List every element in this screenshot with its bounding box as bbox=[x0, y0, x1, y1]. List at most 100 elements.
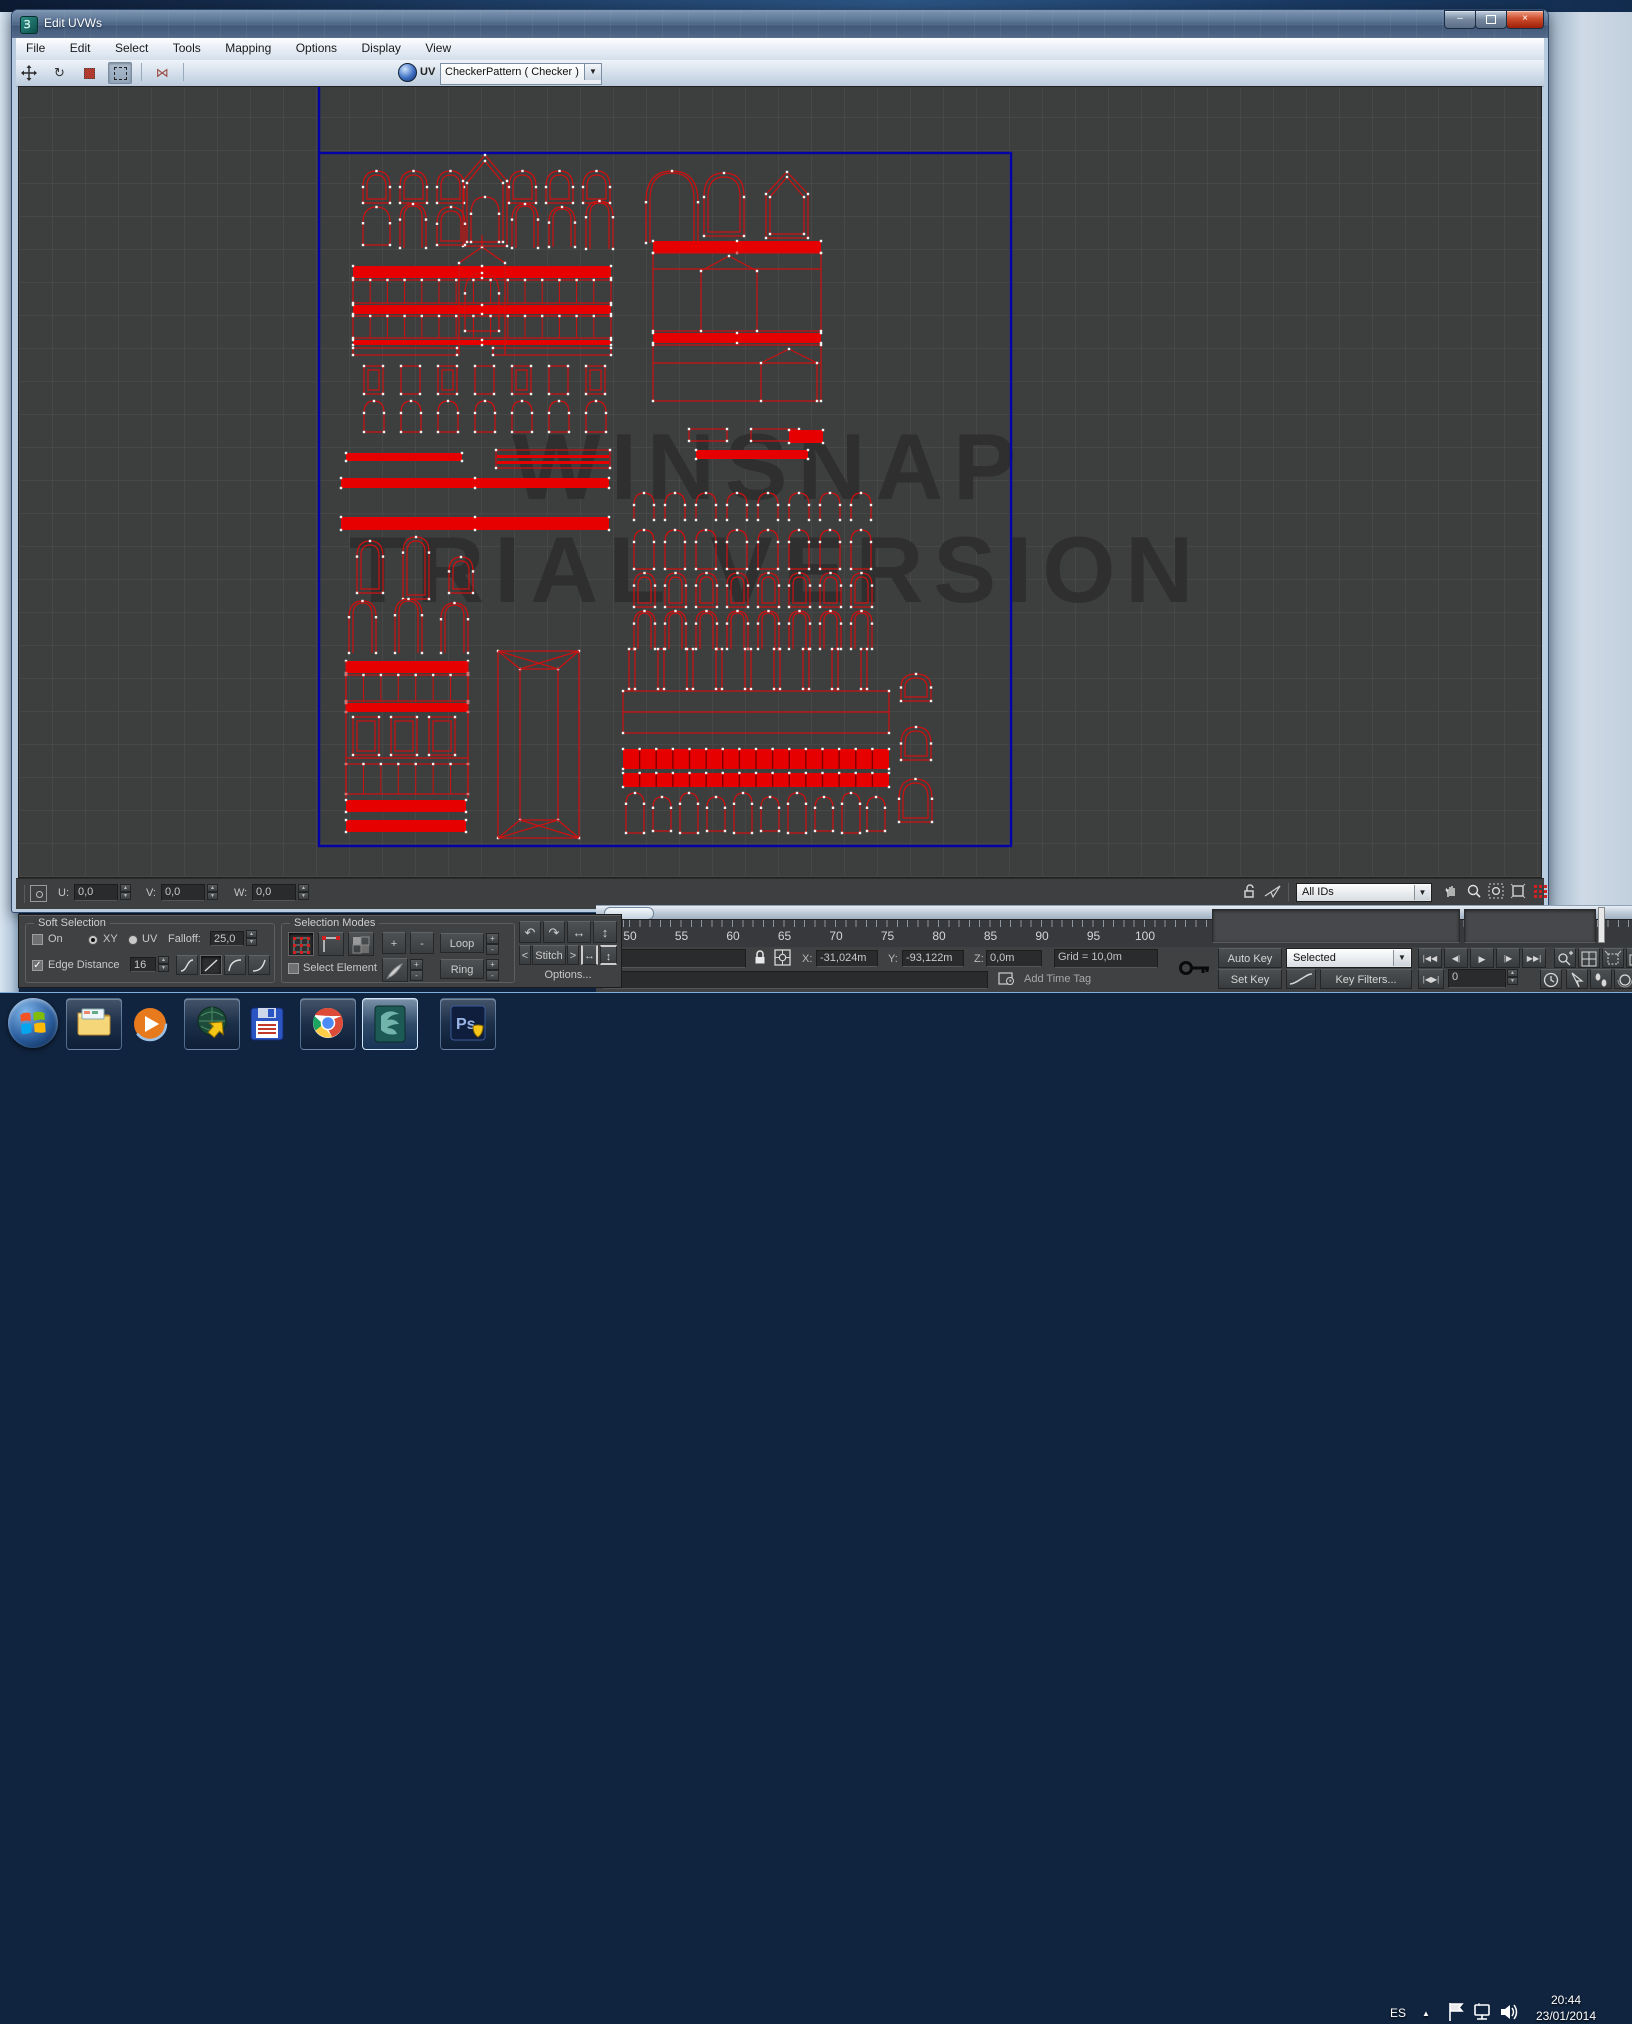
align-horizontal-button[interactable]: ↔ bbox=[581, 945, 598, 965]
go-to-start-button[interactable]: |◀◀ bbox=[1418, 948, 1442, 968]
title-bar[interactable]: Ɜ Edit UVWs – × bbox=[12, 10, 1548, 38]
start-button[interactable] bbox=[8, 998, 58, 1048]
transform-type-in-icon[interactable] bbox=[774, 949, 794, 969]
loop-button[interactable]: Loop bbox=[440, 933, 484, 953]
face-mode-button[interactable] bbox=[348, 932, 374, 956]
mirror-vertical-button[interactable]: ↕ bbox=[593, 921, 617, 943]
v-spinner[interactable]: ▲▼ bbox=[207, 884, 218, 901]
zoom-region-icon[interactable] bbox=[1488, 883, 1508, 903]
zoom-extents-icon[interactable] bbox=[1510, 883, 1530, 903]
paint-spinner[interactable]: +- bbox=[410, 959, 423, 981]
taskbar-3dsmax-button[interactable] bbox=[362, 998, 418, 1050]
network-icon[interactable] bbox=[1472, 2001, 1494, 2023]
falloff-curve-slow-button[interactable] bbox=[248, 955, 270, 975]
menu-view[interactable]: View bbox=[415, 38, 461, 60]
falloff-spinner[interactable]: ▲▼ bbox=[246, 930, 257, 947]
walkthrough-icon[interactable] bbox=[1590, 969, 1612, 989]
lock-selected-icon[interactable] bbox=[1242, 883, 1262, 903]
selection-lock-icon[interactable] bbox=[752, 949, 772, 969]
ring-spinner[interactable]: +- bbox=[486, 959, 499, 981]
dropdown-arrow-icon[interactable]: ▼ bbox=[1414, 885, 1430, 900]
uv-editor-canvas[interactable]: WINSNAP TRIAL VERSION bbox=[18, 86, 1542, 878]
previous-frame-button[interactable]: ◀| bbox=[1444, 948, 1468, 968]
menu-file[interactable]: File bbox=[16, 38, 55, 60]
mirror-horizontal-button[interactable]: ↔ bbox=[567, 921, 591, 943]
stitch-right-button[interactable]: > bbox=[567, 945, 579, 965]
align-vertical-button[interactable]: ↕ bbox=[600, 945, 617, 965]
default-tangent-icon[interactable] bbox=[1286, 969, 1316, 989]
scale-tool-icon[interactable] bbox=[78, 62, 102, 84]
x-coordinate-field[interactable]: -31,024m bbox=[816, 950, 878, 967]
rotate-tool-icon[interactable]: ↻ bbox=[47, 62, 71, 84]
key-mode-toggle[interactable]: |◀▶| bbox=[1418, 969, 1444, 989]
absolute-mode-icon[interactable] bbox=[30, 885, 47, 902]
loop-spinner[interactable]: +- bbox=[486, 933, 499, 955]
next-frame-button[interactable]: |▶ bbox=[1496, 948, 1520, 968]
scroll-thumb[interactable] bbox=[1598, 907, 1605, 943]
stitch-left-button[interactable]: < bbox=[519, 945, 531, 965]
soft-selection-on-checkbox[interactable] bbox=[32, 934, 43, 945]
grow-selection-button[interactable]: + bbox=[382, 932, 406, 954]
u-spinner[interactable]: ▲▼ bbox=[120, 884, 131, 901]
texture-pattern-dropdown[interactable]: CheckerPattern ( Checker ) ▼ bbox=[440, 63, 602, 85]
select-element-checkbox[interactable] bbox=[288, 963, 299, 974]
paint-select-button[interactable] bbox=[382, 958, 408, 982]
set-key-button[interactable]: Set Key bbox=[1218, 969, 1282, 989]
taskbar-media-player-icon[interactable] bbox=[128, 1002, 172, 1046]
close-button[interactable]: × bbox=[1506, 10, 1544, 29]
key-filters-button[interactable]: Key Filters... bbox=[1320, 969, 1412, 989]
show-map-icon[interactable] bbox=[398, 63, 417, 82]
w-spinner[interactable]: ▲▼ bbox=[298, 884, 309, 901]
w-input[interactable]: 0,0 bbox=[252, 884, 296, 901]
taskbar-clock[interactable]: 20:44 23/01/2014 bbox=[1508, 1992, 1624, 2024]
edge-distance-checkbox[interactable]: ✓ bbox=[32, 960, 43, 971]
falloff-curve-linear-button[interactable] bbox=[200, 955, 222, 975]
z-coordinate-field[interactable]: 0,0m bbox=[986, 950, 1042, 967]
taskbar-jdownloader-button[interactable] bbox=[184, 998, 240, 1050]
time-configuration-icon[interactable] bbox=[1540, 969, 1562, 989]
stitch-button[interactable]: Stitch bbox=[532, 945, 566, 965]
freeform-tool-icon[interactable] bbox=[108, 62, 132, 84]
options-link[interactable]: Options... bbox=[519, 969, 617, 981]
snap-grid-icon[interactable] bbox=[1532, 883, 1552, 903]
current-frame-field[interactable]: 0 bbox=[1448, 969, 1506, 988]
play-button[interactable]: ▶ bbox=[1470, 948, 1494, 968]
taskbar-chrome-button[interactable] bbox=[300, 998, 356, 1050]
selection-set-dropdown[interactable]: Selected ▼ bbox=[1286, 948, 1412, 968]
dropdown-arrow-icon[interactable]: ▼ bbox=[1393, 950, 1410, 966]
falloff-curve-smooth-button[interactable] bbox=[176, 955, 198, 975]
dropdown-arrow-icon[interactable]: ▼ bbox=[584, 64, 601, 80]
action-center-flag-icon[interactable] bbox=[1446, 2001, 1466, 2023]
zoom-extents-all-icon[interactable] bbox=[1602, 948, 1624, 968]
menu-select[interactable]: Select bbox=[105, 38, 158, 60]
menu-mapping[interactable]: Mapping bbox=[215, 38, 281, 60]
language-indicator[interactable]: ES bbox=[1390, 2006, 1406, 2020]
menu-tools[interactable]: Tools bbox=[163, 38, 211, 60]
time-tag-icon[interactable] bbox=[998, 970, 1018, 990]
auto-key-button[interactable]: Auto Key bbox=[1218, 948, 1282, 968]
uv-radio[interactable] bbox=[128, 935, 138, 945]
zoom-icon[interactable] bbox=[1466, 883, 1486, 903]
edge-mode-button[interactable] bbox=[318, 932, 344, 956]
vertex-mode-button[interactable] bbox=[288, 932, 314, 956]
restore-button[interactable] bbox=[1475, 10, 1507, 29]
material-id-dropdown[interactable]: All IDs ▼ bbox=[1296, 883, 1432, 902]
edge-distance-spinner[interactable]: ▲▼ bbox=[158, 956, 169, 973]
maximize-viewport-icon[interactable] bbox=[1626, 948, 1632, 968]
frame-spinner[interactable]: ▲▼ bbox=[1507, 969, 1518, 986]
select-arrow-icon[interactable] bbox=[1566, 969, 1588, 989]
filter-pelt-icon[interactable] bbox=[1264, 883, 1284, 903]
show-hidden-icons[interactable]: ▲ bbox=[1422, 2009, 1430, 2018]
add-time-tag[interactable]: Add Time Tag bbox=[1024, 973, 1091, 985]
menu-edit[interactable]: Edit bbox=[60, 38, 101, 60]
keyboard-shortcut-key-icon[interactable] bbox=[1178, 955, 1212, 981]
y-coordinate-field[interactable]: -93,122m bbox=[902, 950, 964, 967]
move-tool-icon[interactable] bbox=[17, 62, 41, 84]
menu-options[interactable]: Options bbox=[286, 38, 347, 60]
zoom-keyframe-icon[interactable] bbox=[1554, 948, 1576, 968]
rotate-ccw-button[interactable]: ↶ bbox=[519, 921, 541, 943]
edge-distance-input[interactable]: 16 bbox=[130, 957, 156, 972]
u-input[interactable]: 0,0 bbox=[74, 884, 118, 901]
maxscript-mini-listener[interactable] bbox=[602, 949, 746, 968]
rotate-cw-button[interactable]: ↷ bbox=[543, 921, 565, 943]
